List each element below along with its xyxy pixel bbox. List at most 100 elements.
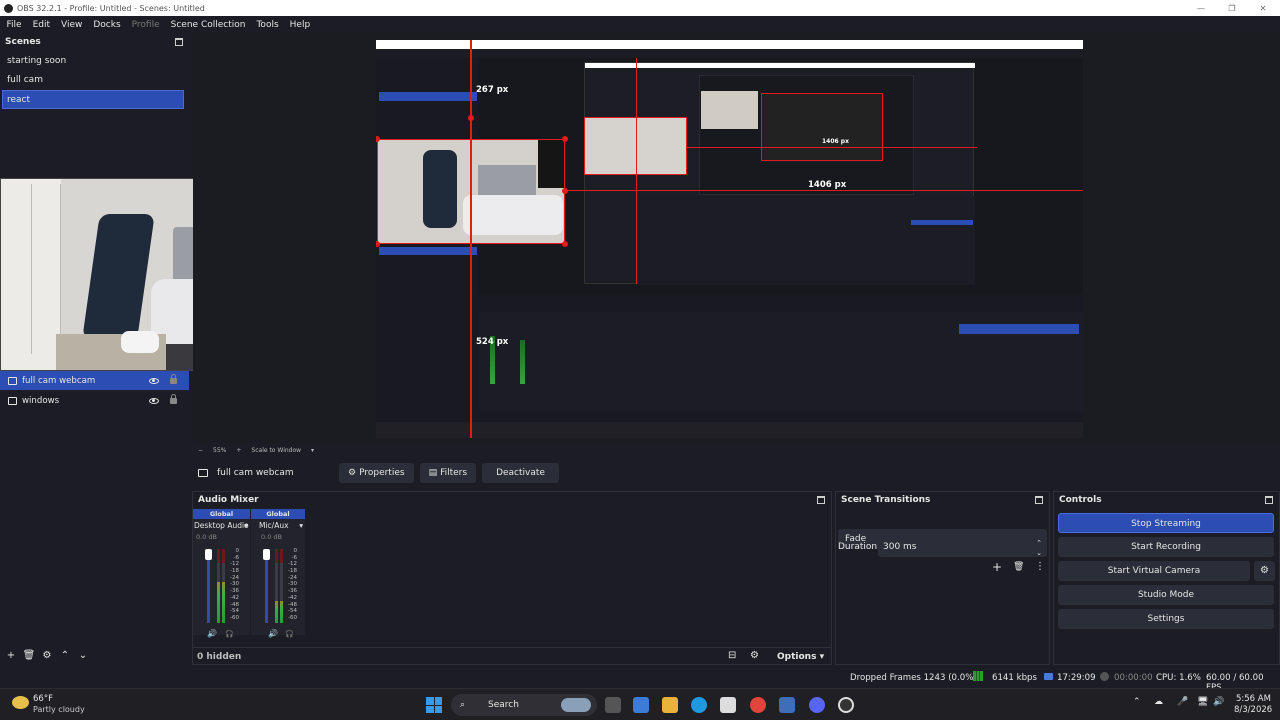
properties-button[interactable]: ⚙ Properties bbox=[339, 463, 414, 483]
window-icon bbox=[8, 396, 17, 405]
source-properties-gear-icon[interactable]: ⚙ bbox=[38, 650, 56, 661]
meter-tick: -36 bbox=[230, 588, 239, 595]
visibility-eye-icon[interactable] bbox=[149, 397, 159, 404]
undock-icon[interactable] bbox=[1034, 495, 1044, 504]
remove-source-icon[interactable]: 🗑 bbox=[20, 650, 38, 661]
clock-date[interactable]: 8/3/2026 bbox=[1234, 705, 1272, 715]
monitor-headphones-icon[interactable]: 🎧 bbox=[285, 630, 294, 638]
meter-tick: -54 bbox=[288, 608, 297, 615]
mixer-options-button[interactable]: Options ▾ bbox=[777, 652, 824, 662]
guide-handle[interactable] bbox=[468, 115, 474, 121]
meter-fill bbox=[280, 601, 283, 623]
lock-icon[interactable] bbox=[170, 393, 177, 404]
deactivate-button[interactable]: Deactivate bbox=[482, 463, 559, 483]
volume-icon[interactable]: 🔊 bbox=[1213, 697, 1224, 707]
menu-scene-collection[interactable]: Scene Collection bbox=[165, 20, 251, 30]
undock-icon[interactable] bbox=[1264, 495, 1274, 504]
scene-item-react[interactable]: react bbox=[2, 90, 184, 109]
task-view-icon[interactable] bbox=[605, 697, 621, 713]
nested-taskbar bbox=[376, 422, 1083, 438]
zoom-in-icon[interactable]: + bbox=[236, 447, 241, 454]
context-source-name: full cam webcam bbox=[217, 468, 294, 478]
resize-handle-br[interactable] bbox=[562, 241, 568, 247]
weather-desc[interactable]: Partly cloudy bbox=[33, 705, 85, 714]
undock-icon[interactable] bbox=[174, 37, 184, 46]
mixer-layout-icon[interactable]: ⊟ bbox=[728, 650, 736, 661]
menu-help[interactable]: Help bbox=[284, 20, 316, 30]
source-item-full-cam-webcam[interactable]: full cam webcam bbox=[0, 371, 189, 390]
nested-preview-screenshot[interactable]: 267 px 1406 px 524 px 1406 px bbox=[376, 40, 1083, 438]
remove-transition-icon[interactable]: 🗑 bbox=[1013, 562, 1024, 572]
resize-handle-tr[interactable] bbox=[562, 136, 568, 142]
settings-button[interactable]: Settings bbox=[1058, 609, 1274, 629]
move-down-icon[interactable]: ⌄ bbox=[74, 650, 92, 661]
mute-speaker-icon[interactable]: 🔊 bbox=[268, 629, 278, 638]
duration-input[interactable]: 300 ms ⌃ ⌄ bbox=[878, 537, 1047, 557]
options-label: Options bbox=[777, 652, 817, 662]
lock-icon[interactable] bbox=[170, 373, 177, 384]
stop-streaming-button[interactable]: Stop Streaming bbox=[1058, 513, 1274, 533]
scene-item-starting-soon[interactable]: starting soon bbox=[0, 52, 189, 71]
meter-tick: -60 bbox=[230, 614, 239, 621]
virtual-camera-gear-icon[interactable]: ⚙ bbox=[1254, 561, 1275, 581]
volume-slider-handle[interactable] bbox=[205, 549, 212, 560]
channel-name[interactable]: Mic/Aux ▾ bbox=[251, 519, 305, 530]
obs-taskbar-icon[interactable] bbox=[838, 697, 854, 713]
menu-profile[interactable]: Profile bbox=[126, 20, 165, 30]
weather-cloud-icon[interactable] bbox=[12, 696, 29, 709]
discord-icon[interactable] bbox=[809, 697, 825, 713]
scale-dropdown-icon[interactable]: ▾ bbox=[311, 447, 314, 454]
minimize-button[interactable]: — bbox=[1186, 0, 1216, 16]
microphone-icon[interactable]: 🎤 bbox=[1177, 697, 1188, 707]
menu-view[interactable]: View bbox=[56, 20, 88, 30]
resize-handle-r[interactable] bbox=[562, 188, 568, 194]
copilot-icon[interactable] bbox=[633, 697, 649, 713]
visibility-eye-icon[interactable] bbox=[149, 377, 159, 384]
studio-mode-button[interactable]: Studio Mode bbox=[1058, 585, 1274, 605]
filters-button[interactable]: ▤ Filters bbox=[419, 463, 477, 483]
channel-name[interactable]: Desktop Audio ▾ bbox=[193, 519, 250, 530]
weather-temp[interactable]: 66°F bbox=[33, 694, 53, 704]
scene-item-full-cam[interactable]: full cam bbox=[0, 71, 189, 90]
start-virtual-camera-button[interactable]: Start Virtual Camera bbox=[1058, 561, 1250, 581]
zoom-out-icon[interactable]: − bbox=[198, 447, 203, 454]
pillow bbox=[121, 331, 159, 353]
edge-icon[interactable] bbox=[691, 697, 707, 713]
chrome-icon[interactable] bbox=[750, 697, 766, 713]
add-transition-icon[interactable]: + bbox=[992, 560, 1002, 574]
network-icon[interactable]: 🖥 bbox=[1197, 697, 1208, 707]
guide-horizontal bbox=[565, 190, 1083, 191]
monitor-headphones-icon[interactable]: 🎧 bbox=[225, 630, 234, 638]
volume-slider-track[interactable] bbox=[207, 549, 210, 623]
transitions-title: Scene Transitions bbox=[841, 494, 931, 505]
windows-start-icon[interactable] bbox=[426, 697, 442, 713]
volume-slider-track[interactable] bbox=[265, 549, 268, 623]
channel-db: 0.0 dB bbox=[261, 533, 282, 541]
menu-tools[interactable]: Tools bbox=[251, 20, 284, 30]
spin-down-icon[interactable]: ⌄ bbox=[1036, 543, 1042, 563]
menu-file[interactable]: File bbox=[1, 20, 27, 30]
close-button[interactable]: ✕ bbox=[1248, 0, 1278, 16]
source-label: windows bbox=[22, 395, 60, 406]
mute-speaker-icon[interactable]: 🔊 bbox=[207, 629, 217, 638]
tray-overflow-icon[interactable]: ⌃ bbox=[1133, 697, 1141, 707]
start-recording-button[interactable]: Start Recording bbox=[1058, 537, 1274, 557]
onedrive-icon[interactable]: ☁ bbox=[1154, 697, 1163, 707]
clock-time[interactable]: 5:56 AM bbox=[1236, 694, 1271, 704]
undock-icon[interactable] bbox=[816, 495, 826, 504]
photos-icon[interactable] bbox=[779, 697, 795, 713]
menu-docks[interactable]: Docks bbox=[88, 20, 126, 30]
advanced-audio-gear-icon[interactable]: ⚙ bbox=[750, 650, 759, 661]
transition-menu-icon[interactable]: ⋮ bbox=[1035, 561, 1045, 572]
maximize-button[interactable]: ❐ bbox=[1217, 0, 1247, 16]
scale-mode[interactable]: Scale to Window bbox=[251, 447, 301, 454]
volume-slider-handle[interactable] bbox=[263, 549, 270, 560]
file-explorer-icon[interactable] bbox=[662, 697, 678, 713]
add-source-icon[interactable]: + bbox=[2, 650, 20, 661]
source-item-windows[interactable]: windows bbox=[0, 391, 189, 410]
store-icon[interactable] bbox=[720, 697, 736, 713]
menu-edit[interactable]: Edit bbox=[27, 20, 55, 30]
taskbar-search[interactable]: ⌕ Search bbox=[451, 694, 597, 716]
channel-name-text: Desktop Audio bbox=[194, 521, 249, 530]
move-up-icon[interactable]: ⌃ bbox=[56, 650, 74, 661]
